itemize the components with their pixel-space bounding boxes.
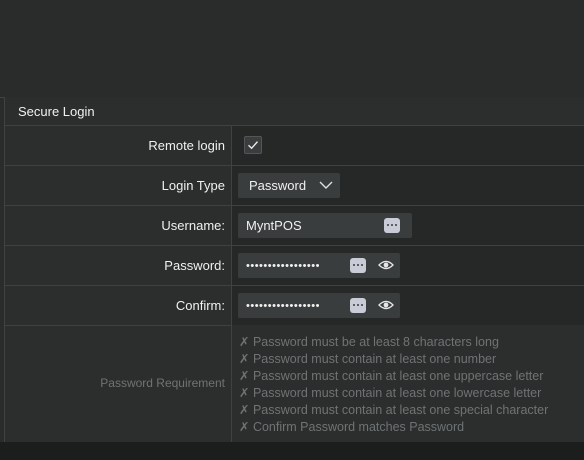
username-cell: MyntPOS	[231, 206, 584, 245]
remote-login-label: Remote login	[148, 138, 225, 153]
secure-login-section: Secure Login Remote login Login Type Pas…	[4, 97, 584, 442]
more-dots-icon[interactable]	[350, 258, 366, 273]
requirement-item: ✗ Confirm Password matches Password	[239, 420, 465, 434]
password-input[interactable]: •••••••••••••••••	[238, 253, 400, 278]
password-label: Password:	[164, 258, 225, 273]
requirement-item: ✗ Password must contain at least one upp…	[239, 369, 544, 383]
confirm-row: Confirm: •••••••••••••••••	[5, 286, 584, 326]
more-dots-icon[interactable]	[350, 298, 366, 313]
login-type-value: Password	[249, 178, 307, 193]
password-requirements-row: Password Requirement ✗ Password must be …	[5, 325, 584, 442]
requirement-item: ✗ Password must be at least 8 characters…	[239, 335, 499, 349]
checkmark-icon	[248, 141, 259, 150]
requirement-item: ✗ Password must contain at least one low…	[239, 386, 542, 400]
confirm-value: •••••••••••••••••	[246, 300, 320, 312]
remote-login-row: Remote login	[5, 126, 584, 166]
more-dots-icon[interactable]	[384, 218, 400, 233]
confirm-input[interactable]: •••••••••••••••••	[238, 293, 400, 318]
password-cell: •••••••••••••••••	[231, 246, 584, 285]
confirm-label: Confirm:	[175, 298, 225, 313]
requirements-list: ✗ Password must be at least 8 characters…	[239, 334, 548, 436]
password-requirements-cell: ✗ Password must be at least 8 characters…	[231, 325, 584, 442]
login-type-row: Login Type Password	[5, 166, 584, 206]
bottom-bar	[0, 442, 584, 460]
requirement-item: ✗ Password must contain at least one spe…	[239, 403, 549, 417]
username-row: Username: MyntPOS	[5, 206, 584, 246]
password-requirements-label: Password Requirement	[100, 376, 225, 390]
settings-page: Secure Login Remote login Login Type Pas…	[0, 0, 584, 460]
band-row	[0, 68, 584, 98]
username-input[interactable]: MyntPOS	[238, 213, 412, 238]
eye-icon[interactable]	[378, 299, 394, 311]
login-type-select[interactable]: Password	[238, 173, 340, 198]
password-value: •••••••••••••••••	[246, 260, 320, 272]
band-row	[0, 39, 584, 69]
chevron-down-icon	[319, 181, 333, 189]
password-row: Password: •••••••••••••••••	[5, 246, 584, 286]
top-band	[0, 0, 584, 40]
confirm-cell: •••••••••••••••••	[231, 286, 584, 325]
login-type-cell: Password	[231, 166, 584, 205]
username-label: Username:	[161, 218, 225, 233]
requirement-item: ✗ Password must contain at least one num…	[239, 352, 497, 366]
eye-icon[interactable]	[378, 259, 394, 271]
remote-login-cell	[231, 126, 584, 165]
remote-login-checkbox[interactable]	[244, 136, 262, 154]
section-title: Secure Login	[5, 97, 584, 126]
login-type-label: Login Type	[161, 178, 225, 193]
username-value: MyntPOS	[246, 218, 302, 233]
